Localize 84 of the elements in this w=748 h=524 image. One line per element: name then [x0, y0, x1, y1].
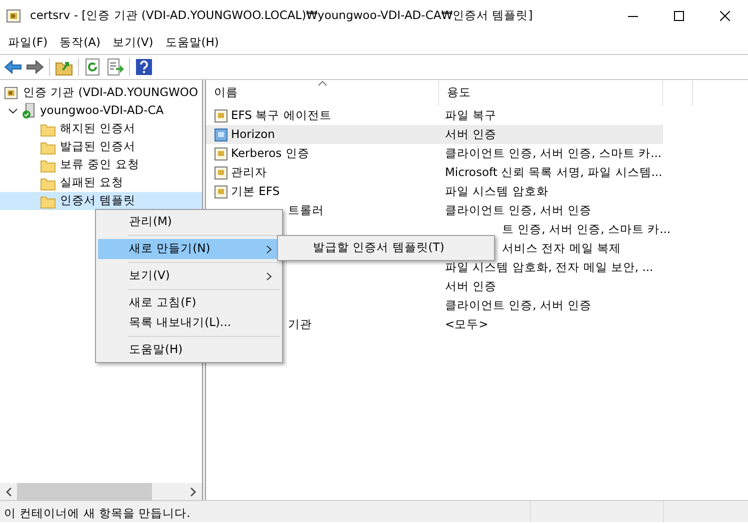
menu-item[interactable]: 새로 고침(F)	[98, 293, 280, 313]
help-icon[interactable]	[135, 58, 153, 76]
template-usage: 트 인증, 서버 인증, 스마트 카...	[502, 222, 671, 236]
menu-item[interactable]: 보기(V)	[98, 266, 280, 286]
certificate-template-icon	[214, 184, 228, 198]
chevron-down-icon[interactable]	[8, 106, 18, 116]
tree-item[interactable]: 인증서 템플릿	[0, 192, 202, 210]
list-row[interactable]: 관리자 Microsoft 신뢰 목록 서명, 파일 시스템...	[206, 163, 663, 182]
scroll-left-icon[interactable]	[5, 486, 13, 496]
certificate-template-selected-icon	[214, 128, 228, 142]
template-usage: 클라이언트 인증, 서버 인증	[445, 298, 592, 312]
list-row[interactable]: 기관 <모두>	[286, 315, 663, 334]
back-arrow-icon[interactable]	[4, 58, 22, 76]
template-usage: 서비스 전자 메일 복제	[502, 240, 621, 255]
tree-label: 발급된 인증서	[60, 138, 136, 156]
tree-label: 보류 중인 요청	[60, 156, 140, 174]
server-icon	[22, 103, 36, 119]
tree-label: 실패된 요청	[60, 174, 124, 192]
list-row[interactable]: 서비스 전자 메일 복제	[498, 239, 663, 258]
menu-item[interactable]: 도움말(H)	[98, 340, 280, 360]
template-usage: 파일 시스템 암호화, 전자 메일 보안, ...	[445, 260, 654, 274]
horizontal-scrollbar[interactable]	[0, 483, 202, 500]
tree-label: 인증 기관 (VDI-AD.YOUNGWOO	[22, 84, 198, 102]
certificate-app-icon	[6, 8, 22, 24]
tree-item[interactable]: youngwoo-VDI-AD-CA	[0, 102, 202, 120]
export-list-icon[interactable]	[106, 58, 124, 76]
template-name: Kerberos 인증	[231, 144, 310, 162]
menu-item[interactable]: 관리(M)	[98, 212, 280, 232]
list-row[interactable]: Kerberos 인증 클라이언트 인증, 서버 인증, 스마트 카...	[206, 144, 663, 163]
sort-ascending-icon	[318, 81, 327, 86]
certificate-template-icon	[214, 146, 228, 160]
refresh-icon[interactable]	[84, 58, 102, 76]
template-usage: 서버 인증	[445, 278, 497, 293]
tree-item[interactable]: 발급된 인증서	[0, 138, 202, 156]
folder-icon	[40, 194, 56, 208]
tree-item[interactable]: 인증 기관 (VDI-AD.YOUNGWOO	[0, 84, 202, 102]
column-header[interactable]: 용도	[439, 80, 663, 106]
template-name: 관리자	[231, 164, 267, 181]
maximize-icon	[674, 11, 684, 21]
menu-item[interactable]: 보기(V)	[106, 32, 160, 54]
tree-label: 해지된 인증서	[60, 120, 136, 138]
tree-item[interactable]: 해지된 인증서	[0, 120, 202, 138]
column-header[interactable]: 이름	[206, 80, 439, 106]
list-row[interactable]: 클라이언트 인증, 서버 인증	[286, 296, 663, 315]
list-row[interactable]: 서버 인증	[286, 277, 663, 296]
list-row[interactable]: EFS 복구 에이전트 파일 복구	[206, 106, 663, 125]
certificate-template-icon	[214, 166, 228, 180]
scroll-right-icon[interactable]	[189, 486, 197, 496]
menu-item[interactable]: 발급할 인증서 템플릿(T)	[280, 238, 492, 258]
menu-item[interactable]: 파일(F)	[2, 32, 54, 54]
close-icon	[720, 11, 730, 21]
template-usage: 파일 시스템 암호화	[445, 184, 548, 198]
certificate-icon	[4, 86, 19, 100]
menu-item[interactable]: 목록 내보내기(L)...	[98, 313, 280, 333]
list-row[interactable]: 기본 EFS 파일 시스템 암호화	[206, 182, 663, 201]
window-title: certsrv - [인증 기관 (VDI-AD.YOUNGWOO.LOCAL)₩youngwoo-VDI-AD-CA₩인증서 템플릿]	[30, 7, 534, 24]
list-row[interactable]: 트롤러 클라이언트 인증, 서버 인증	[286, 201, 663, 220]
scroll-thumb[interactable]	[17, 483, 152, 500]
template-name: 기관	[288, 316, 312, 333]
folder-icon	[40, 140, 56, 154]
template-name: 기본 EFS	[231, 182, 280, 200]
template-usage: 서버 인증	[445, 126, 497, 141]
tree-item[interactable]: 실패된 요청	[0, 174, 202, 192]
folder-icon	[40, 158, 56, 172]
certificate-template-icon	[214, 108, 228, 122]
tree-label: youngwoo-VDI-AD-CA	[40, 102, 164, 120]
folder-icon	[40, 122, 56, 136]
tree-item[interactable]: 보류 중인 요청	[0, 156, 202, 174]
forward-arrow-icon[interactable]	[26, 58, 44, 76]
template-usage: 클라이언트 인증, 서버 인증	[445, 202, 592, 217]
template-usage: <모두>	[445, 316, 488, 331]
template-name: Horizon	[231, 126, 275, 143]
template-name: 트롤러	[288, 202, 324, 219]
template-usage: 파일 복구	[445, 108, 497, 122]
menu-item[interactable]: 동작(A)	[54, 32, 106, 54]
list-row[interactable]: Horizon 서버 인증	[206, 125, 663, 144]
menu-item[interactable]: 도움말(H)	[159, 32, 225, 54]
list-row[interactable]: 파일 시스템 암호화, 전자 메일 보안, ...	[286, 258, 663, 277]
status-text: 이 컨테이너에 새 항목을 만듭니다.	[4, 506, 190, 520]
template-usage: 클라이언트 인증, 서버 인증, 스마트 카...	[445, 146, 662, 160]
template-usage: Microsoft 신뢰 목록 서명, 파일 시스템...	[445, 164, 662, 179]
tree-label: 인증서 템플릿	[60, 192, 136, 210]
template-name: EFS 복구 에이전트	[231, 106, 332, 124]
menu-item[interactable]: 새로 만들기(N)	[98, 239, 280, 259]
